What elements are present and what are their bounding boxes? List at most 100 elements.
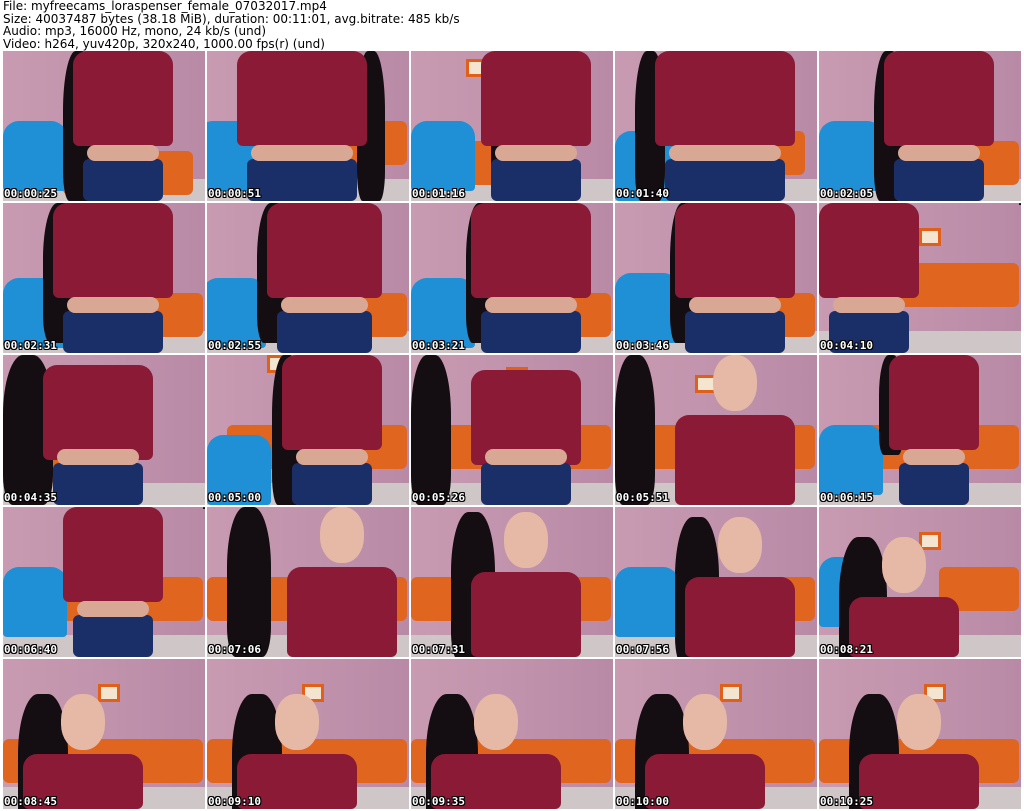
thumbnail-timestamp: 00:01:16 — [412, 187, 465, 200]
video-thumbnail: 00:05:51 — [615, 355, 817, 505]
top-garment — [267, 203, 382, 298]
top-garment — [819, 203, 919, 298]
hair — [615, 355, 655, 505]
file-name-line: File: myfreecams_loraspenser_female_0703… — [3, 0, 327, 13]
face — [504, 512, 548, 568]
blue-chair — [615, 567, 679, 637]
video-thumbnail: 00:02:05 — [819, 51, 1021, 201]
skirt — [685, 311, 785, 353]
top-garment — [471, 572, 581, 657]
video-thumbnail: 00:04:35 — [3, 355, 205, 505]
thumbnail-timestamp: 00:02:55 — [208, 339, 261, 352]
face — [275, 694, 319, 750]
skirt — [277, 311, 372, 353]
thumbnail-timestamp: 00:07:06 — [208, 643, 261, 656]
thumbnail-timestamp: 00:05:26 — [412, 491, 465, 504]
video-thumbnail: 00:08:45 — [3, 659, 205, 809]
top-garment — [471, 203, 591, 298]
face — [320, 507, 364, 563]
skirt — [894, 159, 984, 201]
video-thumbnail: 00:04:10 — [819, 203, 1021, 353]
skirt — [481, 311, 581, 353]
video-info-line: Video: h264, yuv420p, 320x240, 1000.00 f… — [3, 36, 325, 51]
hair — [227, 507, 271, 657]
midriff — [77, 601, 149, 617]
video-thumbnail: 00:06:40 — [3, 507, 205, 657]
face — [61, 694, 105, 750]
midriff — [833, 297, 905, 313]
top-garment — [282, 355, 382, 450]
top-garment — [685, 577, 795, 657]
thumbnail-timestamp: 00:03:21 — [412, 339, 465, 352]
face — [713, 355, 757, 411]
skirt — [665, 159, 785, 201]
midriff — [281, 297, 368, 313]
hair — [1019, 203, 1021, 205]
thumbnail-timestamp: 00:05:00 — [208, 491, 261, 504]
face — [718, 517, 762, 573]
top-garment — [889, 355, 979, 450]
midriff — [251, 145, 353, 161]
skirt — [491, 159, 581, 201]
video-thumbnail: 00:07:56 — [615, 507, 817, 657]
top-garment — [481, 51, 591, 146]
thumbnail-timestamp: 00:10:25 — [820, 795, 873, 808]
video-thumbnail: 00:07:06 — [207, 507, 409, 657]
midriff — [87, 145, 159, 161]
blue-chair — [411, 121, 475, 191]
thumbnail-timestamp: 00:02:31 — [4, 339, 57, 352]
wall-shelf — [919, 228, 941, 246]
midriff — [898, 145, 980, 161]
top-garment — [73, 51, 173, 146]
video-thumbnail: 00:03:21 — [411, 203, 613, 353]
top-garment — [675, 203, 795, 298]
video-thumbnail: 00:02:55 — [207, 203, 409, 353]
file-info-header: File: myfreecams_loraspenser_female_0703… — [3, 0, 1021, 50]
thumbnail-timestamp: 00:03:46 — [616, 339, 669, 352]
video-thumbnail: 00:09:10 — [207, 659, 409, 809]
midriff — [669, 145, 781, 161]
face — [882, 537, 926, 593]
face — [897, 694, 941, 750]
blue-chair — [819, 425, 883, 495]
video-thumbnail: 00:08:21 — [819, 507, 1021, 657]
blue-chair — [3, 567, 67, 637]
thumbnail-timestamp: 00:04:35 — [4, 491, 57, 504]
skirt — [83, 159, 163, 201]
video-thumbnail: 00:05:26 — [411, 355, 613, 505]
skirt — [63, 311, 163, 353]
thumbnail-timestamp: 00:04:10 — [820, 339, 873, 352]
video-thumbnail: 00:09:35 — [411, 659, 613, 809]
video-thumbnail: 00:10:00 — [615, 659, 817, 809]
thumbnail-timestamp: 00:05:51 — [616, 491, 669, 504]
top-garment — [63, 507, 163, 602]
blue-chair — [3, 121, 67, 191]
video-thumbnail: 00:01:16 — [411, 51, 613, 201]
top-garment — [287, 567, 397, 657]
thumbnail-timestamp: 00:02:05 — [820, 187, 873, 200]
midriff — [485, 297, 577, 313]
top-garment — [884, 51, 994, 146]
skirt — [481, 463, 571, 505]
thumbnail-grid: 00:00:25 00:00:51 00:01:16 00:01:40 00:02:05… — [3, 51, 1022, 809]
skirt — [53, 463, 143, 505]
video-thumbnail: 00:06:15 — [819, 355, 1021, 505]
skirt — [292, 463, 372, 505]
top-garment — [859, 754, 979, 809]
wall-shelf — [720, 684, 742, 702]
midriff — [495, 145, 577, 161]
skirt — [247, 159, 357, 201]
thumbnail-timestamp: 00:00:51 — [208, 187, 261, 200]
video-thumbnail: 00:10:25 — [819, 659, 1021, 809]
midriff — [903, 449, 965, 465]
top-garment — [237, 51, 367, 146]
hair — [411, 355, 451, 505]
face — [474, 694, 518, 750]
skirt — [73, 615, 153, 657]
face — [683, 694, 727, 750]
top-garment — [53, 203, 173, 298]
audio-info-line: Audio: mp3, 16000 Hz, mono, 24 kb/s (und… — [3, 24, 267, 39]
thumbnail-timestamp: 00:06:40 — [4, 643, 57, 656]
video-thumbnail: 00:02:31 — [3, 203, 205, 353]
video-thumbnail: 00:01:40 — [615, 51, 817, 201]
